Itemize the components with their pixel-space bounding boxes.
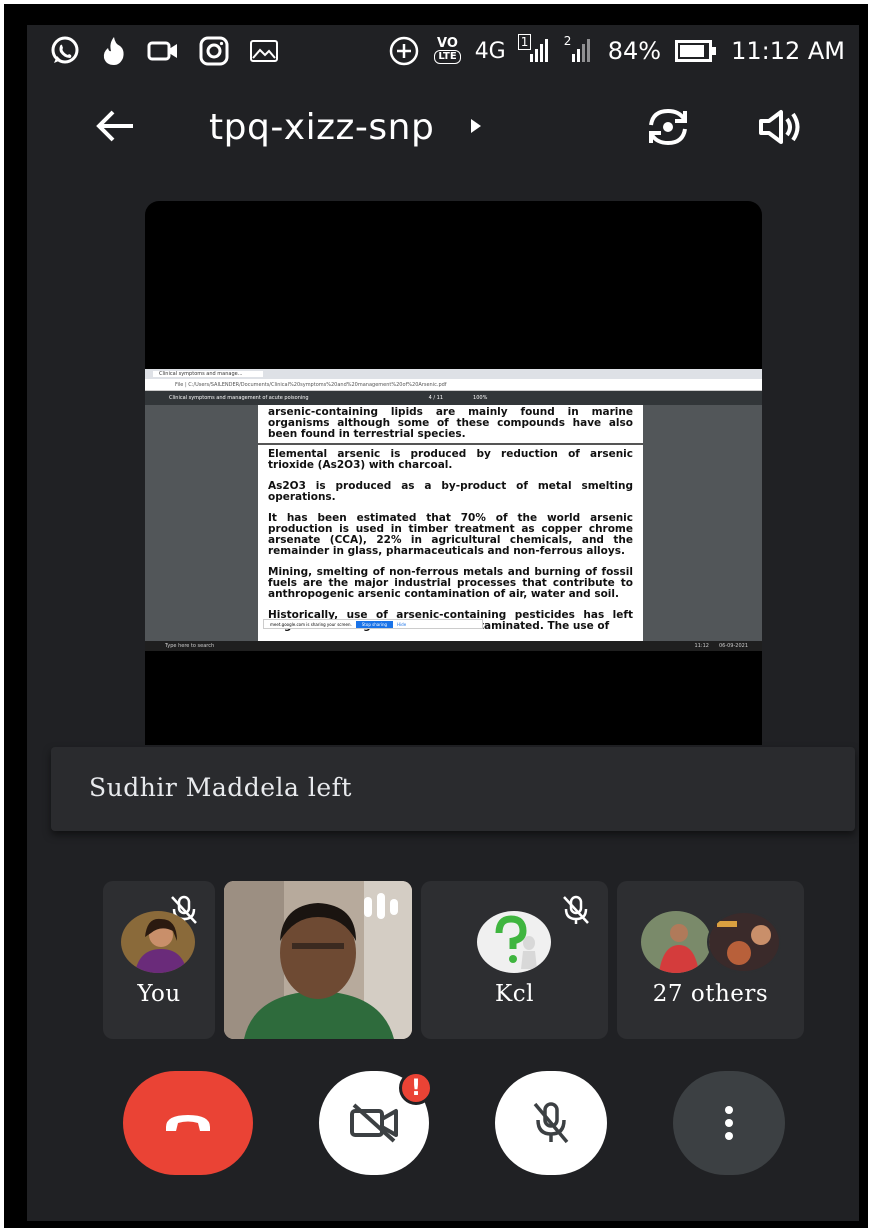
pdf-viewer: arsenic-containing lipids are mainly fou… xyxy=(145,405,762,641)
participant-name: 27 others xyxy=(652,981,769,1007)
battery-icon xyxy=(675,39,717,63)
caret-right-icon[interactable] xyxy=(469,117,483,139)
camera-alert-badge: ! xyxy=(399,1071,433,1105)
shared-screen: Clinical symptoms and manage... File | C… xyxy=(145,369,762,651)
audio-level-icon xyxy=(362,891,400,925)
gallery-icon xyxy=(249,38,279,64)
participant-tile-kcl[interactable]: Kcl xyxy=(421,881,608,1039)
participant-left-toast: Sudhir Maddela left xyxy=(51,747,855,831)
taskbar-date: 06-09-2021 xyxy=(718,643,748,649)
participant-tile-you[interactable]: You xyxy=(103,881,215,1039)
lte-label: LTE xyxy=(434,50,461,64)
avatar xyxy=(641,911,711,973)
end-call-button[interactable] xyxy=(123,1071,253,1175)
instagram-icon xyxy=(199,36,229,66)
pdf-paragraph: arsenic-containing lipids are mainly fou… xyxy=(268,406,633,440)
avatar xyxy=(121,911,195,973)
pdf-paragraph: Mining, smelting of non-ferrous metals a… xyxy=(268,566,633,600)
battery-percent: 84% xyxy=(607,37,662,65)
camera-off-icon xyxy=(350,1103,398,1143)
signal-sim1-icon: 1 xyxy=(517,34,550,64)
avatar xyxy=(707,911,781,973)
signal-sim2-icon: 2 xyxy=(564,34,594,64)
mic-off-icon xyxy=(533,1102,569,1144)
switch-camera-icon[interactable] xyxy=(643,105,693,149)
screen-share-notice: meet.google.com is sharing your screen. … xyxy=(263,619,483,629)
participant-name: Kcl xyxy=(495,981,534,1007)
camera-toggle-button[interactable]: ! xyxy=(319,1071,433,1175)
pdf-paragraph: Elemental arsenic is produced by reducti… xyxy=(268,448,633,471)
volte-icon: VO LTE xyxy=(434,36,461,64)
taskbar-search: Type here to search xyxy=(165,643,215,649)
participant-tile-video[interactable] xyxy=(224,881,412,1039)
sim2-label: 2 xyxy=(563,34,572,48)
avatar xyxy=(477,911,551,973)
alert-mark: ! xyxy=(410,1075,422,1101)
pdf-paragraph: It has been estimated that 70% of the wo… xyxy=(268,512,633,557)
taskbar-time: 11:12 xyxy=(694,643,709,649)
toast-text: Sudhir Maddela left xyxy=(89,773,352,802)
sim1-label: 1 xyxy=(517,34,532,50)
browser-address: File | C:/Users/SAILENDER/Documents/Clin… xyxy=(175,381,447,388)
mic-off-icon xyxy=(559,893,593,931)
hang-up-icon xyxy=(166,1115,210,1131)
share-notice-text: meet.google.com is sharing your screen. xyxy=(270,621,352,627)
browser-address-bar: File | C:/Users/SAILENDER/Documents/Clin… xyxy=(145,379,762,391)
presentation-stage[interactable]: Clinical symptoms and manage... File | C… xyxy=(145,201,762,745)
meet-screen: VO LTE 4G 1 2 84% 11:12 AM tpq-xizz-snp xyxy=(27,25,859,1221)
back-arrow-icon[interactable] xyxy=(95,109,135,143)
stop-sharing-button: Stop sharing xyxy=(355,620,394,628)
tinder-icon xyxy=(101,35,127,67)
browser-tab-bar: Clinical symptoms and manage... xyxy=(145,369,762,379)
participant-name: You xyxy=(137,981,181,1007)
speaker-icon[interactable] xyxy=(757,109,803,145)
pdf-title: Clinical symptoms and management of acut… xyxy=(169,395,309,401)
participant-tile-others[interactable]: 27 others xyxy=(617,881,804,1039)
pdf-paragraph: As2O3 is produced as a by-product of met… xyxy=(268,480,633,503)
vo-label: VO xyxy=(437,36,458,51)
clock: 11:12 AM xyxy=(731,37,845,65)
meeting-top-bar: tpq-xizz-snp xyxy=(27,91,859,163)
more-options-button[interactable] xyxy=(673,1071,785,1175)
pdf-page: arsenic-containing lipids are mainly fou… xyxy=(258,405,643,641)
data-saver-icon xyxy=(388,35,420,67)
network-type: 4G xyxy=(474,38,506,64)
whatsapp-icon xyxy=(49,35,81,67)
device-frame: VO LTE 4G 1 2 84% 11:12 AM tpq-xizz-snp xyxy=(4,4,868,1228)
pdf-toolbar: Clinical symptoms and management of acut… xyxy=(145,391,762,405)
mic-toggle-button[interactable] xyxy=(495,1071,607,1175)
page-divider xyxy=(258,443,643,445)
windows-taskbar: Type here to search 11:12 06-09-2021 xyxy=(145,641,762,651)
pdf-page-indicator: 4 / 11 xyxy=(428,395,444,401)
more-vert-icon xyxy=(725,1106,733,1140)
meeting-code[interactable]: tpq-xizz-snp xyxy=(209,107,434,148)
pdf-zoom: 100% xyxy=(473,395,488,401)
video-notification-icon xyxy=(147,37,179,65)
status-bar: VO LTE 4G 1 2 84% 11:12 AM xyxy=(27,25,859,77)
browser-tab-title: Clinical symptoms and manage... xyxy=(153,371,263,377)
hide-button: Hide xyxy=(397,621,407,627)
